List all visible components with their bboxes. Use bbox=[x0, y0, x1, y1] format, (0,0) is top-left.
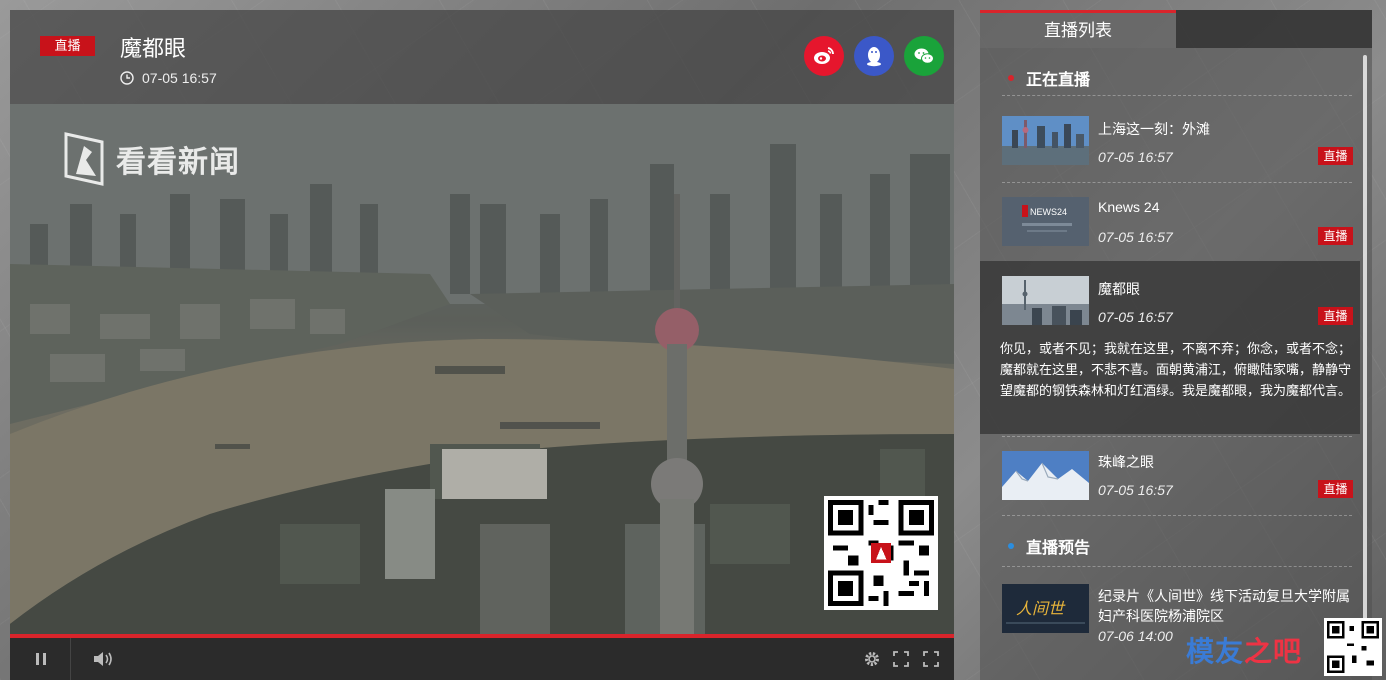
thumb-channel-text: NEWS24 bbox=[1030, 207, 1067, 217]
item-time: 07-05 16:57 bbox=[1098, 229, 1173, 245]
item-title: 上海这一刻：外滩 bbox=[1098, 121, 1210, 137]
item-thumbnail bbox=[1002, 276, 1089, 325]
volume-icon[interactable] bbox=[92, 650, 116, 668]
item-title: 魔都眼 bbox=[1098, 281, 1140, 297]
item-title: 珠峰之眼 bbox=[1098, 454, 1154, 470]
brand-sub: 之吧 bbox=[1244, 635, 1303, 668]
item-time: 07-05 16:57 bbox=[1098, 149, 1173, 165]
share-buttons bbox=[804, 36, 944, 76]
clock-icon bbox=[120, 71, 134, 85]
item-time: 07-05 16:57 bbox=[1098, 309, 1173, 325]
settings-gear-icon[interactable] bbox=[863, 650, 881, 668]
live-badge: 直播 bbox=[40, 36, 95, 56]
kankan-logo-icon bbox=[64, 132, 104, 186]
time-row: 07-05 16:57 bbox=[120, 70, 217, 86]
weibo-share-button[interactable] bbox=[804, 36, 844, 76]
list-item[interactable]: 上海这一刻：外滩 07-05 16:57 直播 bbox=[980, 105, 1360, 185]
tab-bar-filler bbox=[1176, 10, 1372, 48]
item-description: 你见，或者不见；我就在这里，不离不弃；你念，或者不念；魔都就在这里，不悲不喜。面… bbox=[1000, 341, 1352, 398]
brand-qr-code bbox=[1324, 618, 1382, 676]
watermark-text: 看看新闻 bbox=[116, 145, 240, 180]
list-item[interactable]: NEWS24 Knews 24 07-05 16:57 直播 bbox=[980, 185, 1360, 261]
divider bbox=[1002, 515, 1352, 516]
item-title: Knews 24 bbox=[1098, 199, 1160, 215]
fullscreen-icon[interactable] bbox=[922, 650, 940, 668]
qq-share-button[interactable] bbox=[854, 36, 894, 76]
live-list-tabs: 直播列表 bbox=[980, 10, 1372, 48]
weibo-icon bbox=[814, 47, 834, 64]
red-dot-icon bbox=[1008, 75, 1014, 81]
live-list-panel: 直播列表 正在直播 上海这一刻：外滩 07-05 16:57 直播 NEWS24… bbox=[980, 10, 1372, 680]
section-preview: 直播预告 bbox=[1008, 534, 1090, 558]
list-scrollbar[interactable] bbox=[1363, 55, 1367, 655]
divider bbox=[1002, 436, 1352, 437]
divider bbox=[1002, 566, 1352, 567]
control-divider bbox=[70, 638, 71, 680]
widescreen-icon[interactable] bbox=[892, 650, 910, 668]
section-preview-label: 直播预告 bbox=[1026, 540, 1091, 557]
live-tag: 直播 bbox=[1318, 147, 1353, 165]
list-item[interactable]: 珠峰之眼 07-05 16:57 直播 bbox=[980, 438, 1360, 516]
item-time: 07-05 16:57 bbox=[1098, 482, 1173, 498]
site-brand-watermark: 模友之吧 bbox=[1186, 630, 1302, 670]
qq-icon bbox=[867, 47, 881, 67]
list-item: 魔都眼 07-05 16:57 直播 bbox=[980, 261, 1360, 341]
item-time: 07-06 14:00 bbox=[1098, 628, 1173, 644]
section-live-now-label: 正在直播 bbox=[1026, 72, 1091, 89]
item-thumbnail: NEWS24 bbox=[1002, 197, 1089, 246]
list-item[interactable]: 人间世 纪录片《人间世》线下活动复旦大学附属妇产科医院杨浦院区 07-06 14… bbox=[980, 576, 1360, 656]
live-tag: 直播 bbox=[1318, 307, 1353, 325]
video-player: 直播 魔都眼 07-05 16:57 看看新闻 bbox=[10, 10, 954, 680]
section-live-now: 正在直播 bbox=[1008, 66, 1090, 90]
wechat-share-button[interactable] bbox=[904, 36, 944, 76]
live-tag: 直播 bbox=[1318, 227, 1353, 245]
pause-icon[interactable] bbox=[32, 650, 50, 668]
item-thumbnail bbox=[1002, 451, 1089, 500]
show-title: 魔都眼 bbox=[120, 36, 187, 61]
item-thumbnail bbox=[1002, 116, 1089, 165]
tab-live-list[interactable]: 直播列表 bbox=[980, 10, 1176, 48]
blue-dot-icon bbox=[1008, 543, 1014, 549]
divider bbox=[1002, 182, 1352, 183]
brand-main: 模友 bbox=[1186, 635, 1245, 668]
item-thumbnail: 人间世 bbox=[1002, 584, 1089, 633]
player-controls bbox=[10, 638, 954, 680]
player-header: 直播 魔都眼 07-05 16:57 bbox=[10, 10, 954, 104]
channel-watermark: 看看新闻 bbox=[62, 132, 240, 186]
wechat-icon bbox=[914, 48, 934, 64]
item-title: 纪录片《人间世》线下活动复旦大学附属妇产科医院杨浦院区 bbox=[1098, 588, 1350, 624]
divider bbox=[1002, 95, 1352, 96]
broadcast-time: 07-05 16:57 bbox=[142, 70, 217, 86]
qr-code bbox=[824, 496, 938, 610]
video-frame[interactable]: 看看新闻 bbox=[10, 104, 954, 644]
thumb-show-text: 人间世 bbox=[1016, 599, 1066, 618]
live-tag: 直播 bbox=[1318, 480, 1353, 498]
